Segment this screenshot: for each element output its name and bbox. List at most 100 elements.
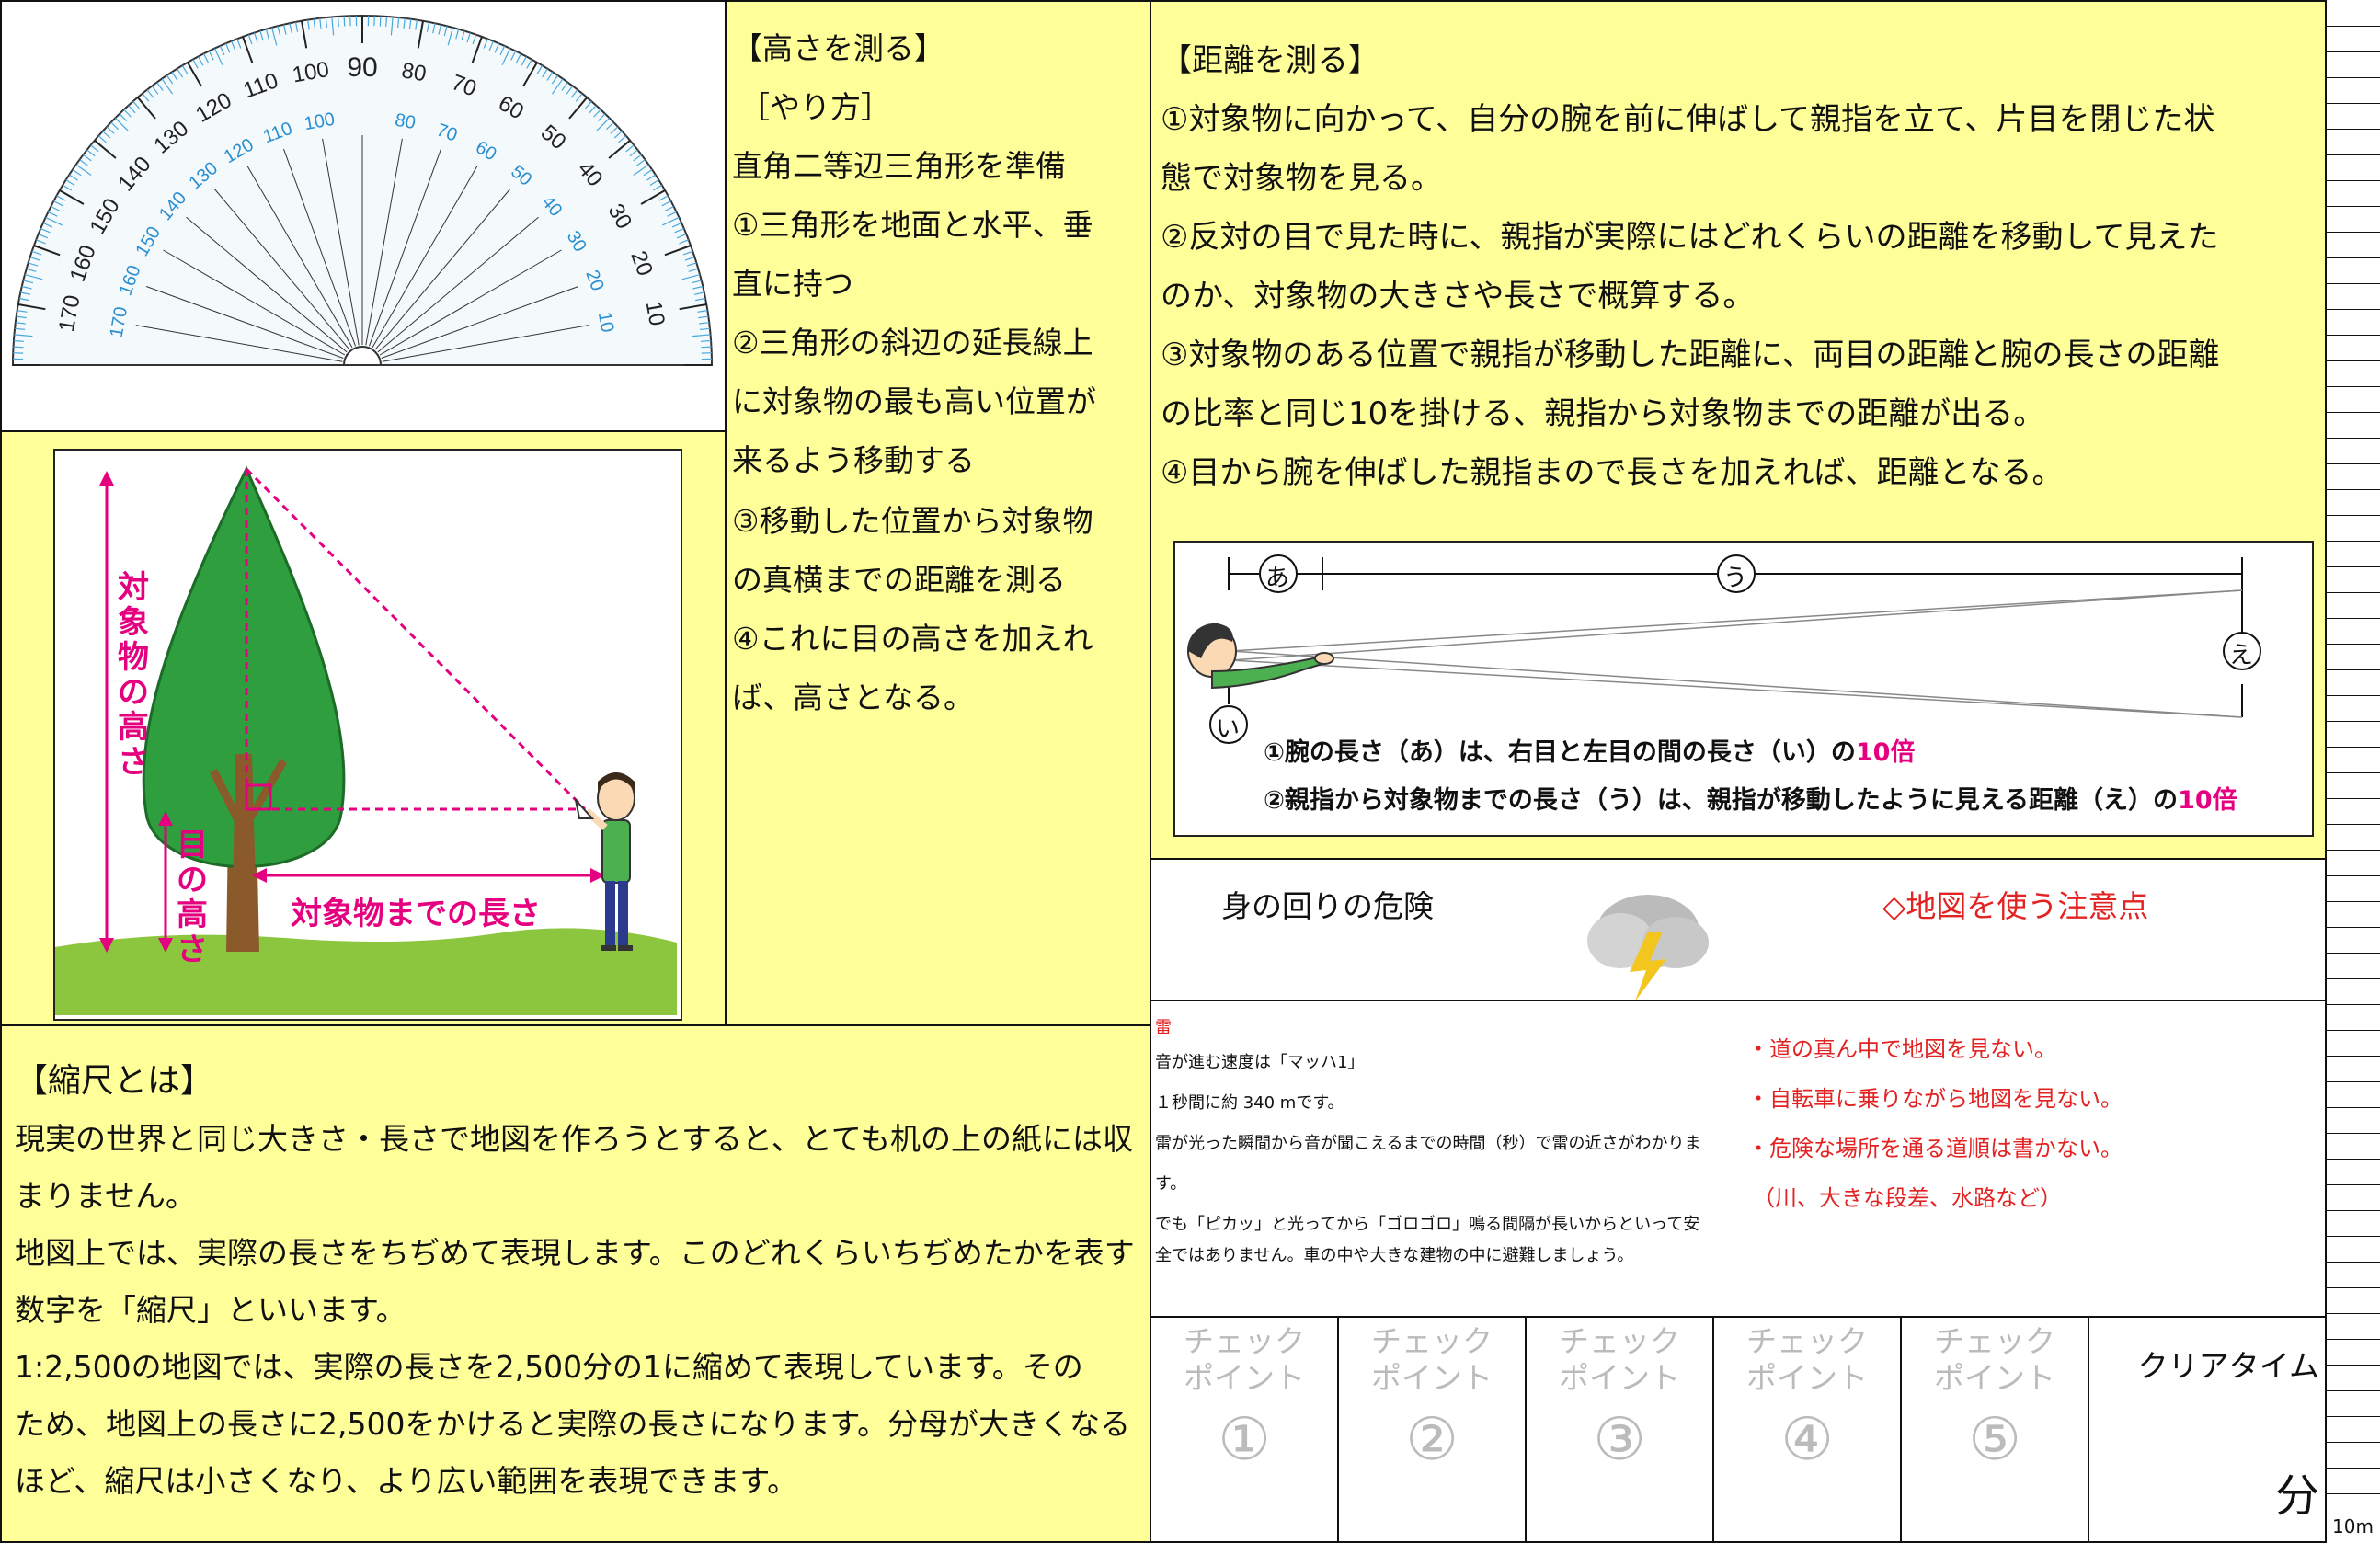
ruler-tick — [2327, 953, 2380, 954]
ruler-tick — [2327, 515, 2380, 516]
note1-highlight: 10倍 — [1855, 738, 1916, 767]
ruler-tick — [2327, 721, 2380, 722]
thunder-line: 音が進む速度は「マッハ1」 — [1155, 1053, 1365, 1072]
height-step-line: ③移動した位置から対象物 — [732, 503, 1093, 539]
ruler-tick — [2327, 283, 2380, 284]
ruler-tick — [2327, 824, 2380, 825]
height-step-line: 直に持つ — [732, 266, 853, 302]
diagram-note-2: ②親指から対象物までの長さ（う）は、親指が移動したように見える距離（え）の10倍 — [1264, 780, 2237, 816]
ruler-tick — [2327, 386, 2380, 387]
height-step-line: ば、高さとなる。 — [732, 680, 975, 715]
ruler-tick — [2327, 360, 2380, 361]
distance-step-line: ③対象物のある位置で親指が移動した距離に、両目の距離と腕の長さの距離 — [1161, 337, 2220, 373]
checkpoint-label-top: チェック — [1184, 1323, 1305, 1359]
protractor-tick — [337, 16, 339, 27]
scale-panel: 【縮尺とは】 現実の世界と同じ大きさ・長さで地図を作ろうとすると、とても机の上の… — [0, 1024, 1151, 1543]
ruler-tick — [2327, 850, 2380, 851]
distance-step-line: の比率と同じ10を掛ける、親指から対象物までの距離が出る。 — [1161, 395, 2045, 432]
ruler-tick — [2327, 1184, 2380, 1185]
label-eye-height: 目の高さ — [177, 827, 208, 968]
height-step-line: 来るよう移動する — [732, 442, 975, 478]
marker-i: い — [1216, 715, 1241, 743]
protractor-outer-label: 10 — [641, 299, 669, 327]
ruler-tick — [2327, 592, 2380, 593]
ruler-tick — [2327, 1133, 2380, 1134]
height-title: 【高さを測る】 — [732, 30, 944, 66]
diagram-note-1: ①腕の長さ（あ）は、右目と左目の間の長さ（い）の10倍 — [1264, 732, 1915, 768]
protractor-image: 170160150140130120110 100 90 80 706050403020… — [11, 15, 714, 366]
checkpoint-number: ① — [1218, 1406, 1271, 1474]
ruler-tick — [2327, 1416, 2380, 1417]
checkpoint-number: ③ — [1593, 1406, 1646, 1474]
ruler-tick — [2327, 695, 2380, 696]
protractor-inner-label: 80 — [394, 110, 418, 134]
note2-text: ②親指から対象物までの長さ（う）は、親指が移動したように見える距離（え）の — [1264, 786, 2179, 815]
height-step-line: ④これに目の高さを加えれ — [732, 621, 1093, 657]
height-diagram-panel: 対象物の高さ 目の高さ 対象物までの長さ — [0, 430, 728, 1026]
clear-time-box: クリアタイム 分 — [2089, 1318, 2325, 1541]
ruler-tick — [2327, 1236, 2380, 1237]
checkpoint-number: ⑤ — [1968, 1406, 2021, 1474]
protractor-tick — [385, 16, 388, 27]
checkpoint-number: ② — [1405, 1406, 1459, 1474]
scale-line: 1:2,500の地図では、実際の長さを2,500分の1に縮めて表現しています。そ… — [15, 1349, 1083, 1385]
checkpoint-label-bottom: ポイント — [1371, 1360, 1493, 1396]
ruler-tick — [2327, 669, 2380, 670]
marker-a: あ — [1265, 565, 1290, 592]
checkpoint-box: チェック ポイント ⑤ — [1902, 1318, 2089, 1541]
scale-line: ため、地図上の長さに2,500をかけると実際の長さになります。分母が大きくなる — [15, 1406, 1131, 1442]
ruler-tick — [2327, 309, 2380, 310]
ruler-tick — [2327, 1107, 2380, 1108]
minutes-label: 分 — [2274, 1470, 2319, 1522]
ruler-tick — [2327, 875, 2380, 876]
checkpoint-label-top: チェック — [1559, 1323, 1680, 1359]
protractor-tick — [343, 16, 346, 27]
thunder-line: でも「ピカッ」と光ってから「ゴロゴロ」鳴る間隔が長いからといって安 — [1155, 1215, 1700, 1234]
checkpoint-label-bottom: ポイント — [1746, 1360, 1868, 1396]
ruler-tick — [2327, 412, 2380, 413]
checkpoint-box: チェック ポイント ① — [1151, 1318, 1339, 1541]
checkpoint-label-bottom: ポイント — [1934, 1360, 2055, 1396]
height-step-line: の真横までの距離を測る — [732, 562, 1066, 598]
checkpoint-row: チェック ポイント ① チェック ポイント ② チェック ポイント ③ チェック… — [1150, 1316, 2327, 1543]
marker-u: う — [1723, 565, 1748, 592]
ruler-tick — [2327, 463, 2380, 464]
ruler-tick — [2327, 77, 2380, 78]
checkpoint-box: チェック ポイント ④ — [1714, 1318, 1902, 1541]
ruler-tick — [2327, 1004, 2380, 1005]
checkpoint-label-top: チェック — [1934, 1323, 2055, 1359]
ruler-tick — [2327, 1287, 2380, 1288]
ruler-tick — [2327, 335, 2380, 336]
scale-line: 数字を「縮尺」といいます。 — [15, 1292, 406, 1328]
ruler-tick — [2327, 901, 2380, 902]
danger-panel: 身の回りの危険 ◇地図を使う注意点 雷 音が進む速度は「マッハ1」 １秒間に約 … — [1150, 858, 2327, 1318]
ruler-tick — [2327, 103, 2380, 104]
ruler-tick — [2327, 1210, 2380, 1211]
height-step-line: ②三角形の斜辺の延長線上 — [732, 325, 1093, 360]
thunder-line: １秒間に約 340 mです。 — [1155, 1093, 1344, 1113]
ruler-tick — [2327, 154, 2380, 155]
ruler-label: 10m — [2332, 1515, 2374, 1537]
marker-e: え — [2229, 642, 2254, 669]
ruler-tick — [2327, 541, 2380, 542]
protractor-tick — [13, 339, 24, 342]
label-distance: 対象物までの長さ — [291, 896, 541, 932]
checkpoint-box: チェック ポイント ② — [1339, 1318, 1527, 1541]
label-object-height: 対象物の高さ — [118, 569, 149, 781]
ruler-tick — [2327, 232, 2380, 233]
ruler-tick — [2327, 566, 2380, 567]
thunder-line: 全ではありません。車の中や大きな建物の中に避難しましょう。 — [1155, 1246, 1634, 1265]
ruler-tick — [2327, 1339, 2380, 1340]
protractor-outer-label: 80 — [400, 58, 429, 86]
distance-step-line: ④目から腕を伸ばした親指まので長さを加えれば、距離となる。 — [1161, 454, 2064, 491]
note2-highlight: 10倍 — [2178, 786, 2237, 815]
distance-step-line: 態で対象物を見る。 — [1161, 160, 1442, 197]
ruler-tick — [2327, 129, 2380, 130]
ruler-tick — [2327, 26, 2380, 27]
thunder-heading: 雷 — [1155, 1018, 1172, 1037]
scale-line: ほど、縮尺は小さくなり、より広い範囲を表現できます。 — [15, 1463, 798, 1499]
clear-time-label: クリアタイム — [2137, 1348, 2319, 1384]
thunder-line: す。 — [1155, 1174, 1187, 1194]
note1-text: ①腕の長さ（あ）は、右目と左目の間の長さ（い）の — [1264, 738, 1856, 767]
distance-title: 【距離を測る】 — [1161, 42, 1379, 79]
